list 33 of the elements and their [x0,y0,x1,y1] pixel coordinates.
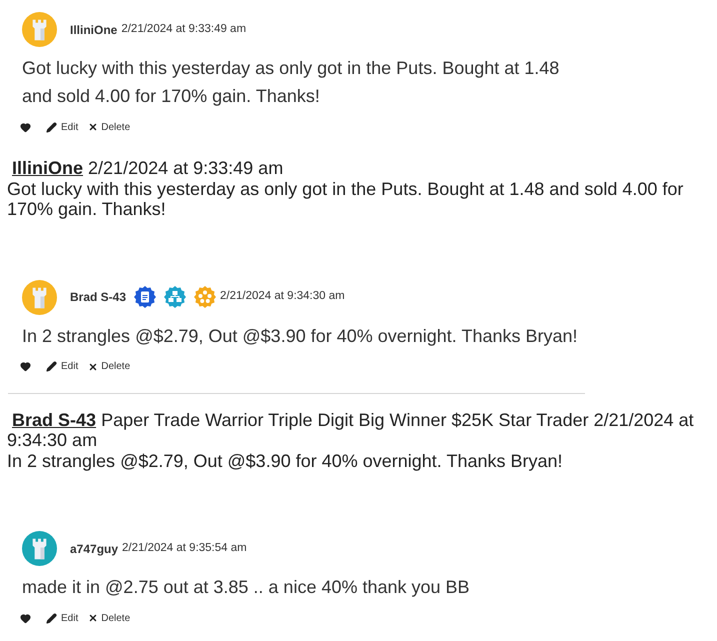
author-name[interactable]: IlliniOne [70,20,118,38]
delete-button[interactable]: Delete [88,610,130,626]
delete-button[interactable]: Delete [88,359,130,374]
comment-header: IlliniOne 2/21/2024 at 9:33:49 am [11,158,284,178]
comment-text: Got lucky with this yesterday as only got in the Puts. Bought at 1.48 and sold 4.00 for 170% gain. Thanks! [7,178,684,220]
author-link[interactable]: IlliniOne [12,158,84,178]
edit-button[interactable]: Edit [46,610,78,626]
comment-text: In 2 strangles @$2.79, Out @$3.90 for 40% overnight. Thanks Bryan! [22,324,579,348]
comment-header: Brad S-43 Paper Trade Warrior Triple Digit Big Winner $25K Star Trader 2/21/2024 at 9:34:30 am [7,410,695,450]
heart-icon [20,122,31,132]
comment-text: In 2 strangles @$2.79, Out @$3.90 for 40% overnight. Thanks Bryan! [7,450,564,471]
heart-icon [20,612,31,624]
author-name[interactable]: a747guy [70,540,118,558]
comment-timestamp: 2/21/2024 at 9:35:54 am [122,540,247,556]
heart-icon [20,361,31,372]
x-icon [88,362,98,372]
edit-button[interactable]: Edit [46,359,78,374]
pencil-icon [46,361,57,372]
edit-button[interactable]: Edit [46,120,78,134]
comment-timestamp: 2/21/2024 at 9:34:30 am [220,289,345,304]
comment-text: Got lucky with this yesterday as only got in the Puts. Bought at 1.48 and sold 4.00 for 170% gain. Thanks! [22,57,560,108]
x-icon [88,122,98,132]
pencil-icon [46,122,57,132]
like-button[interactable] [20,361,31,372]
comment-text: made it in @2.75 out at 3.85 .. a nice 40% thank you BB [22,576,471,599]
author-name[interactable]: Brad S-43 [70,288,126,306]
delete-button[interactable]: Delete [88,120,130,134]
x-icon [88,613,98,623]
like-button[interactable] [20,612,31,624]
author-link[interactable]: Brad S-43 [12,410,96,430]
comment-timestamp: 2/21/2024 at 9:33:49 am [121,22,246,37]
pencil-icon [46,612,57,624]
like-button[interactable] [20,122,31,132]
